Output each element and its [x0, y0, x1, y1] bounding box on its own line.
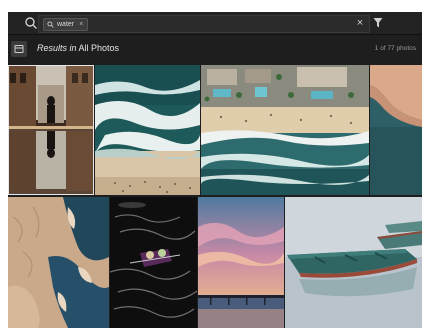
- app-window: water × × Results in All Photos 1 of 77 …: [8, 12, 422, 328]
- photo-tile[interactable]: [8, 197, 109, 328]
- panel-icon: [14, 45, 24, 53]
- search-input[interactable]: water ×: [38, 15, 370, 33]
- results-scope[interactable]: All Photos: [79, 43, 120, 53]
- photo-thumbnail: [370, 65, 422, 195]
- search-chip-label: water: [57, 21, 75, 28]
- photo-grid: [8, 65, 422, 328]
- search-bar: water × ×: [8, 12, 422, 35]
- photo-tile[interactable]: [370, 65, 422, 195]
- search-icon[interactable]: [24, 16, 38, 30]
- results-heading: Results in All Photos: [37, 43, 119, 53]
- results-bar: Results in All Photos 1 of 77 photos: [8, 35, 422, 63]
- chip-remove-icon[interactable]: ×: [79, 21, 83, 28]
- search-chip[interactable]: water ×: [43, 18, 89, 31]
- photo-thumbnail: [110, 197, 197, 328]
- photo-thumbnail: [198, 197, 284, 328]
- photo-tile[interactable]: [201, 65, 369, 195]
- photo-count: 1 of 77 photos: [374, 45, 416, 52]
- photo-tile[interactable]: [8, 65, 94, 195]
- photo-thumbnail: [201, 65, 369, 195]
- photo-tile[interactable]: [285, 197, 422, 328]
- filter-icon[interactable]: [373, 17, 383, 29]
- clear-search-icon[interactable]: ×: [354, 16, 366, 30]
- chip-search-icon: [47, 21, 54, 28]
- photo-tile[interactable]: [110, 197, 197, 328]
- photo-thumbnail: [8, 65, 94, 195]
- photo-tile[interactable]: [95, 65, 200, 195]
- photo-thumbnail: [8, 197, 109, 328]
- photo-tile[interactable]: [198, 197, 284, 328]
- photo-thumbnail: [285, 197, 422, 328]
- panel-toggle-button[interactable]: [11, 41, 27, 57]
- results-prefix: Results in: [37, 43, 77, 53]
- photo-thumbnail: [95, 65, 200, 195]
